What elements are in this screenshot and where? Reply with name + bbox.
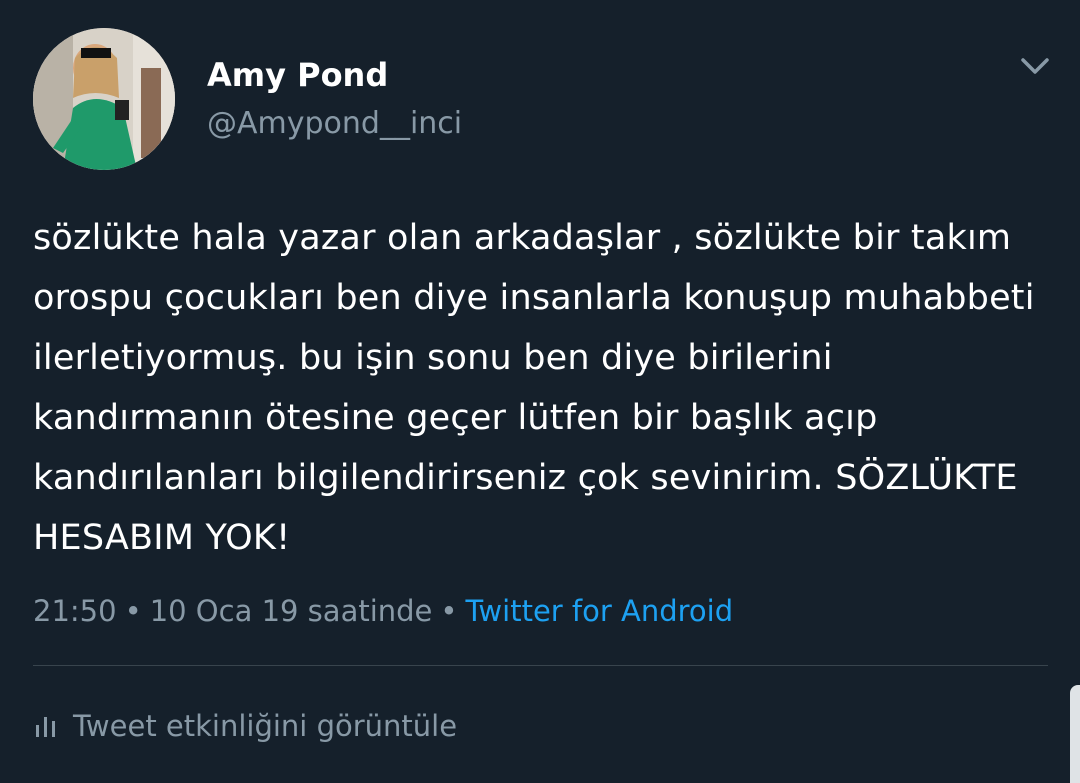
- bar-chart-icon: [36, 717, 55, 737]
- tweet-text: sözlükte hala yazar olan arkadaşlar , sö…: [33, 218, 1046, 558]
- chevron-down-icon[interactable]: [1015, 52, 1055, 82]
- user-name[interactable]: Amy Pond: [207, 56, 388, 94]
- user-handle[interactable]: @Amypond__inci: [207, 106, 462, 141]
- tweet-date: 10 Oca 19 saatinde: [149, 594, 433, 628]
- tweet-detail: Amy Pond @Amypond__inci sözlükte hala ya…: [0, 0, 1080, 783]
- separator: •: [124, 594, 142, 628]
- divider: [33, 665, 1048, 666]
- profile-photo-icon: [33, 28, 175, 170]
- tweet-source-link[interactable]: Twitter for Android: [466, 594, 734, 628]
- view-activity-label: Tweet etkinliğini görüntüle: [73, 709, 458, 743]
- avatar[interactable]: [33, 28, 175, 170]
- tweet-time: 21:50: [33, 594, 117, 628]
- separator: •: [440, 594, 458, 628]
- edge-overlay: [1070, 685, 1080, 783]
- view-activity-button[interactable]: Tweet etkinliğini görüntüle: [33, 706, 457, 746]
- tweet-meta: 21:50 • 10 Oca 19 saatinde • Twitter for And…: [33, 594, 733, 628]
